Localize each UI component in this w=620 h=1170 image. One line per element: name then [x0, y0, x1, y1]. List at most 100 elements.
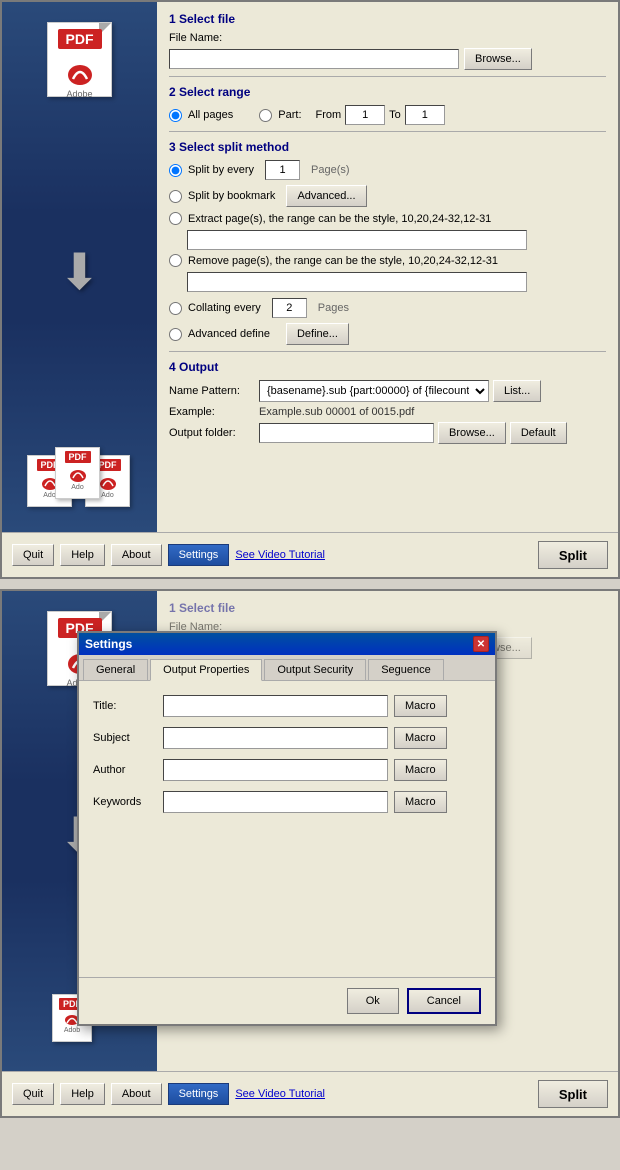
pdf-icon-top: PDF Adobe — [47, 22, 112, 97]
about-button-1[interactable]: About — [111, 544, 162, 566]
pdf-doc-small-2: PDF Ado — [55, 447, 100, 499]
keywords-macro-button[interactable]: Macro — [394, 791, 447, 813]
settings-button-2[interactable]: Settings — [168, 1083, 230, 1105]
author-macro-button[interactable]: Macro — [394, 759, 447, 781]
split-button-1[interactable]: Split — [538, 541, 608, 569]
extract-radio[interactable] — [169, 212, 182, 225]
output-folder-row: Output folder: Browse... Default — [169, 422, 606, 444]
video-link-2[interactable]: See Video Tutorial — [235, 1088, 325, 1100]
sidebar-1: PDF Adobe ⬇ PDF — [2, 2, 157, 532]
advanced-define-radio[interactable] — [169, 328, 182, 341]
title-field-input[interactable] — [163, 695, 388, 717]
title-macro-button[interactable]: Macro — [394, 695, 447, 717]
author-field-label: Author — [93, 764, 163, 776]
split-button-2[interactable]: Split — [538, 1080, 608, 1108]
toolbar-2: Quit Help About Settings See Video Tutor… — [2, 1071, 618, 1116]
to-input[interactable] — [405, 105, 445, 125]
pdf-badge-top: PDF — [58, 29, 102, 49]
tab-output-security[interactable]: Output Security — [264, 659, 366, 680]
dialog-close-button[interactable]: ✕ — [473, 636, 489, 652]
output-folder-input[interactable] — [259, 423, 434, 443]
content-area-1: 1 Select file File Name: Browse... 2 Sel… — [157, 2, 618, 532]
sep3 — [169, 351, 606, 352]
dialog-spacer — [93, 823, 481, 963]
quit-button-2[interactable]: Quit — [12, 1083, 54, 1105]
acrobat-icon-top — [65, 57, 95, 87]
tab-output-properties[interactable]: Output Properties — [150, 659, 262, 681]
down-arrow-icon: ⬇ — [59, 247, 101, 297]
define-button[interactable]: Define... — [286, 323, 349, 345]
adobe-text-top: Adobe — [66, 89, 92, 99]
file-name-input[interactable] — [169, 49, 459, 69]
pdf-docs-bottom: PDF Ado PDF Ado PDF — [27, 447, 132, 512]
from-label: From — [316, 109, 342, 121]
title-field-label: Title: — [93, 700, 163, 712]
output-browse-button[interactable]: Browse... — [438, 422, 506, 444]
from-input[interactable] — [345, 105, 385, 125]
collating-radio[interactable] — [169, 302, 182, 315]
collating-input[interactable] — [272, 298, 307, 318]
adobe-small-1: Ado — [43, 492, 55, 499]
help-button-1[interactable]: Help — [60, 544, 105, 566]
advanced-button[interactable]: Advanced... — [286, 185, 366, 207]
dialog-tabs: General Output Properties Output Securit… — [79, 655, 495, 681]
section1-header-2: 1 Select file — [169, 601, 606, 615]
dialog-titlebar: Settings ✕ — [79, 633, 495, 655]
dialog-body: Title: Macro Subject Macro Author Macro … — [79, 681, 495, 977]
all-pages-radio[interactable] — [169, 109, 182, 122]
part-label: Part: — [278, 109, 301, 121]
settings-button-1[interactable]: Settings — [168, 544, 230, 566]
split-bookmark-label: Split by bookmark — [188, 190, 275, 202]
dialog-title: Settings — [85, 637, 132, 651]
list-button[interactable]: List... — [493, 380, 541, 402]
title-field-row: Title: Macro — [93, 695, 481, 717]
remove-radio[interactable] — [169, 254, 182, 267]
collating-label: Collating every — [188, 302, 261, 314]
part-radio[interactable] — [259, 109, 272, 122]
dialog-footer: Ok Cancel — [79, 977, 495, 1024]
advanced-define-row: Advanced define Define... — [169, 323, 606, 345]
author-field-row: Author Macro — [93, 759, 481, 781]
tab-general[interactable]: General — [83, 659, 148, 680]
keywords-field-label: Keywords — [93, 796, 163, 808]
split-every-row: Split by every Page(s) — [169, 160, 606, 180]
subject-field-label: Subject — [93, 732, 163, 744]
acrobat-icon-s2 — [68, 463, 88, 483]
subject-field-input[interactable] — [163, 727, 388, 749]
adobe-small-3: Ado — [101, 492, 113, 499]
extract-input[interactable] — [187, 230, 527, 250]
split-bookmark-radio[interactable] — [169, 190, 182, 203]
ok-button[interactable]: Ok — [347, 988, 399, 1014]
browse-button-1[interactable]: Browse... — [464, 48, 532, 70]
range-inputs: From To — [316, 105, 445, 125]
output-folder-label: Output folder: — [169, 427, 259, 439]
keywords-field-input[interactable] — [163, 791, 388, 813]
example-label: Example: — [169, 406, 259, 418]
example-row: Example: Example.sub 00001 of 0015.pdf — [169, 406, 606, 418]
about-button-2[interactable]: About — [111, 1083, 162, 1105]
pages-label: Page(s) — [311, 164, 350, 176]
pattern-select[interactable]: {basename}.sub {part:00000} of {filecoun… — [259, 380, 489, 402]
remove-input[interactable] — [187, 272, 527, 292]
help-button-2[interactable]: Help — [60, 1083, 105, 1105]
quit-button-1[interactable]: Quit — [12, 544, 54, 566]
main-window-1: PDF Adobe ⬇ PDF — [0, 0, 620, 579]
file-name-input-row: Browse... — [169, 48, 606, 70]
tab-seguence[interactable]: Seguence — [368, 659, 444, 680]
section4-header: 4 Output — [169, 360, 606, 374]
keywords-field-row: Keywords Macro — [93, 791, 481, 813]
extract-row: Extract page(s), the range can be the st… — [169, 212, 606, 225]
video-link-1[interactable]: See Video Tutorial — [235, 549, 325, 561]
split-every-radio[interactable] — [169, 164, 182, 177]
author-field-input[interactable] — [163, 759, 388, 781]
pdf-badge-small-2: PDF — [65, 451, 91, 463]
section3-header: 3 Select split method — [169, 140, 606, 154]
split-every-input[interactable] — [265, 160, 300, 180]
subject-macro-button[interactable]: Macro — [394, 727, 447, 749]
default-button[interactable]: Default — [510, 422, 567, 444]
acrobat-icon-s3 — [98, 471, 118, 491]
split-every-label: Split by every — [188, 164, 254, 176]
cancel-button[interactable]: Cancel — [407, 988, 481, 1014]
name-pattern-row: Name Pattern: {basename}.sub {part:00000… — [169, 380, 606, 402]
main-window-2: PDF Adobe ⬇ PDF — [0, 589, 620, 1118]
